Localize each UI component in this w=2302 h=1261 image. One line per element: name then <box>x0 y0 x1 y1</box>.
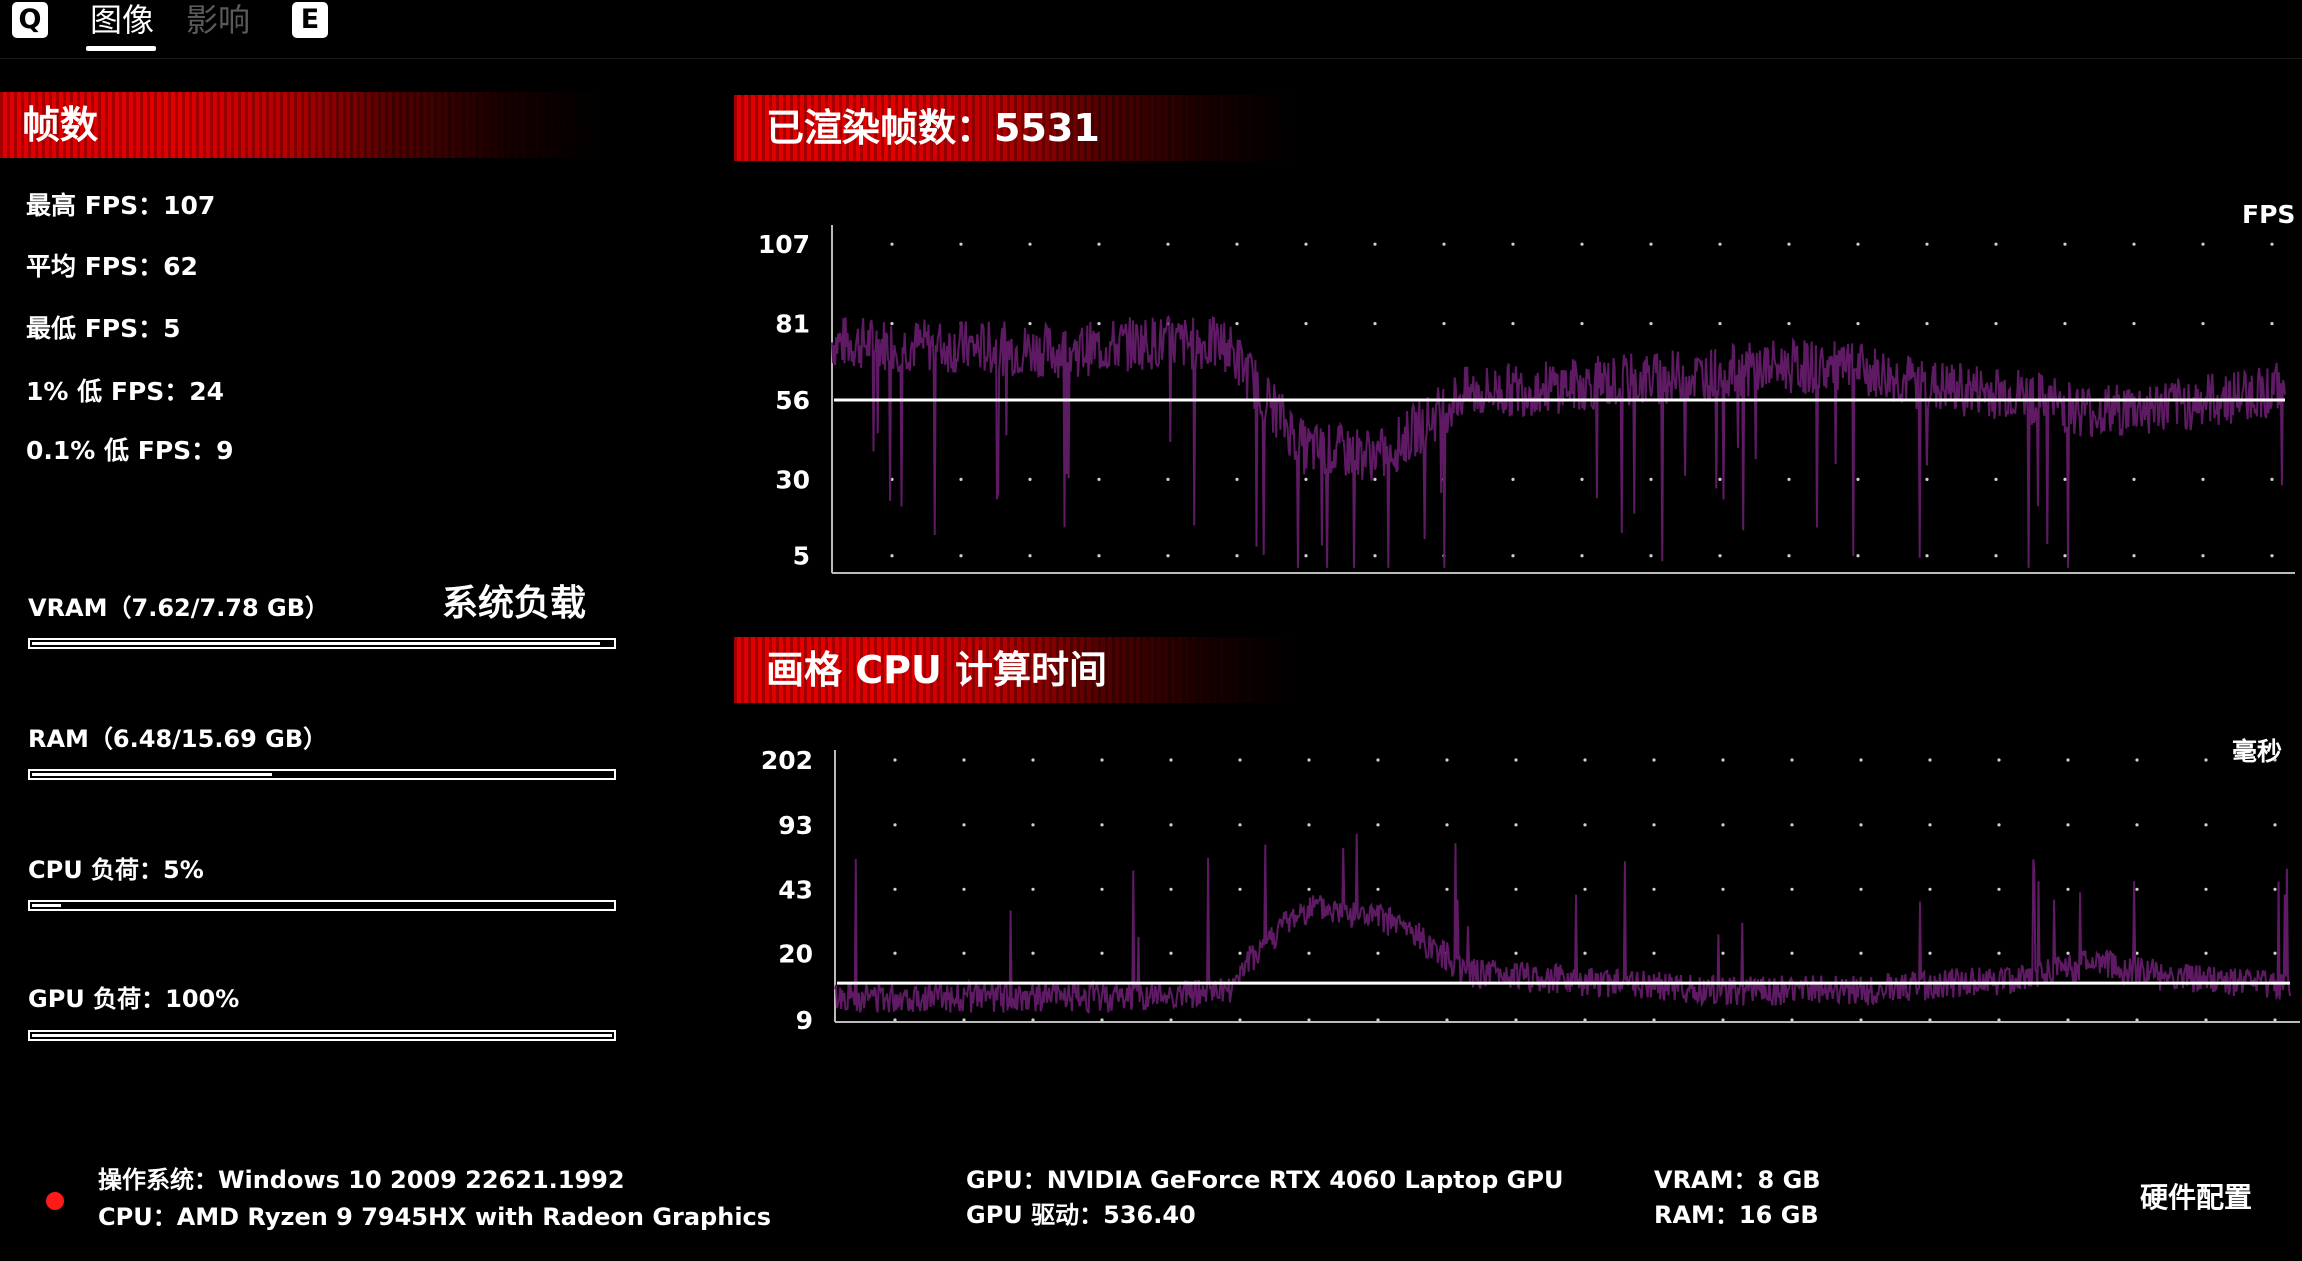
cpu-chart-title: 画格 CPU 计算时间 <box>766 648 1108 692</box>
cpu-grid-row <box>893 951 2277 955</box>
fps-section-title: 帧数 <box>22 103 99 147</box>
fps-grid-row <box>890 242 2274 246</box>
gpu-info: GPU：NVIDIA GeForce RTX 4060 Laptop GPU <box>966 1166 1564 1194</box>
cpu-y-tick-label: 20 <box>778 939 813 968</box>
cpu-grid-row <box>893 1018 2277 1022</box>
low-01-fps: 0.1% 低 FPS：9 <box>26 436 234 465</box>
os-info: 操作系统：Windows 10 2009 22621.1992 <box>98 1166 625 1194</box>
vram-bar <box>28 638 616 649</box>
vram-bar-fill <box>32 642 600 645</box>
tab-impact[interactable]: 影响 <box>186 0 250 40</box>
fps-grid-row <box>890 321 2274 326</box>
cpu-load-bar-fill <box>32 904 61 907</box>
cpu-load-bar <box>28 900 616 911</box>
cpu-info: CPU：AMD Ryzen 9 7945HX with Radeon Graph… <box>98 1203 772 1231</box>
e-key-hint[interactable]: E <box>292 2 328 38</box>
fps-y-tick-label: 30 <box>775 465 810 494</box>
fps-chart-banner: 已渲染帧数：5531 <box>734 95 1294 161</box>
gpu-driver-info: GPU 驱动：536.40 <box>966 1201 1196 1229</box>
cpu-chart-banner: 画格 CPU 计算时间 <box>734 637 1294 703</box>
cpu-time-chart: 9 20 43 93 202 <box>761 746 2300 1035</box>
fps-grid-row <box>890 554 2274 558</box>
cpu-grid-row <box>893 758 2277 762</box>
top-tab-bar: Q 图像 影响 E <box>0 0 2302 59</box>
avg-fps: 平均 FPS：62 <box>26 252 198 281</box>
fps-grid-row <box>890 477 2274 481</box>
fps-chart: 5 30 56 81 107 <box>758 225 2295 574</box>
ram-bar-fill <box>32 773 272 776</box>
vram-label: VRAM（7.62/7.78 GB） <box>28 594 330 622</box>
ram-label: RAM（6.48/15.69 GB） <box>28 725 328 753</box>
fps-y-tick-label: 5 <box>793 542 810 571</box>
system-load-title: 系统负载 <box>442 583 587 624</box>
q-key-hint[interactable]: Q <box>12 2 48 38</box>
fps-banner: 帧数 <box>0 92 600 158</box>
cpu-y-tick-label: 9 <box>796 1006 813 1035</box>
ram-info: RAM：16 GB <box>1654 1201 1819 1229</box>
fps-y-tick-label: 56 <box>775 386 810 415</box>
max-fps: 最高 FPS：107 <box>26 191 216 220</box>
cpu-y-tick-label: 43 <box>778 875 813 904</box>
fps-chart-title: 已渲染帧数：5531 <box>766 106 1100 150</box>
tab-image[interactable]: 图像 <box>90 0 154 40</box>
cpu-series-line <box>834 833 2291 1014</box>
fps-y-tick-label: 107 <box>758 230 810 259</box>
ram-bar <box>28 769 616 780</box>
cpu-grid-row <box>893 823 2277 827</box>
active-tab-underline <box>86 46 156 51</box>
hardware-config-button[interactable]: 硬件配置 <box>2140 1176 2252 1216</box>
min-fps: 最低 FPS：5 <box>26 314 181 343</box>
cpu-grid-row <box>893 887 2277 891</box>
cpu-y-tick-label: 202 <box>761 746 813 775</box>
status-dot <box>46 1192 64 1210</box>
cpu-y-tick-label: 93 <box>778 811 813 840</box>
fps-series-line <box>831 314 2286 568</box>
fps-y-tick-label: 81 <box>775 310 810 339</box>
gpu-load-bar <box>28 1030 616 1041</box>
gpu-load-bar-fill <box>32 1034 612 1037</box>
vram-info: VRAM：8 GB <box>1654 1166 1821 1194</box>
cpu-load-label: CPU 负荷：5% <box>28 856 204 884</box>
low-1-fps: 1% 低 FPS：24 <box>26 377 225 406</box>
gpu-load-label: GPU 负荷：100% <box>28 985 240 1013</box>
